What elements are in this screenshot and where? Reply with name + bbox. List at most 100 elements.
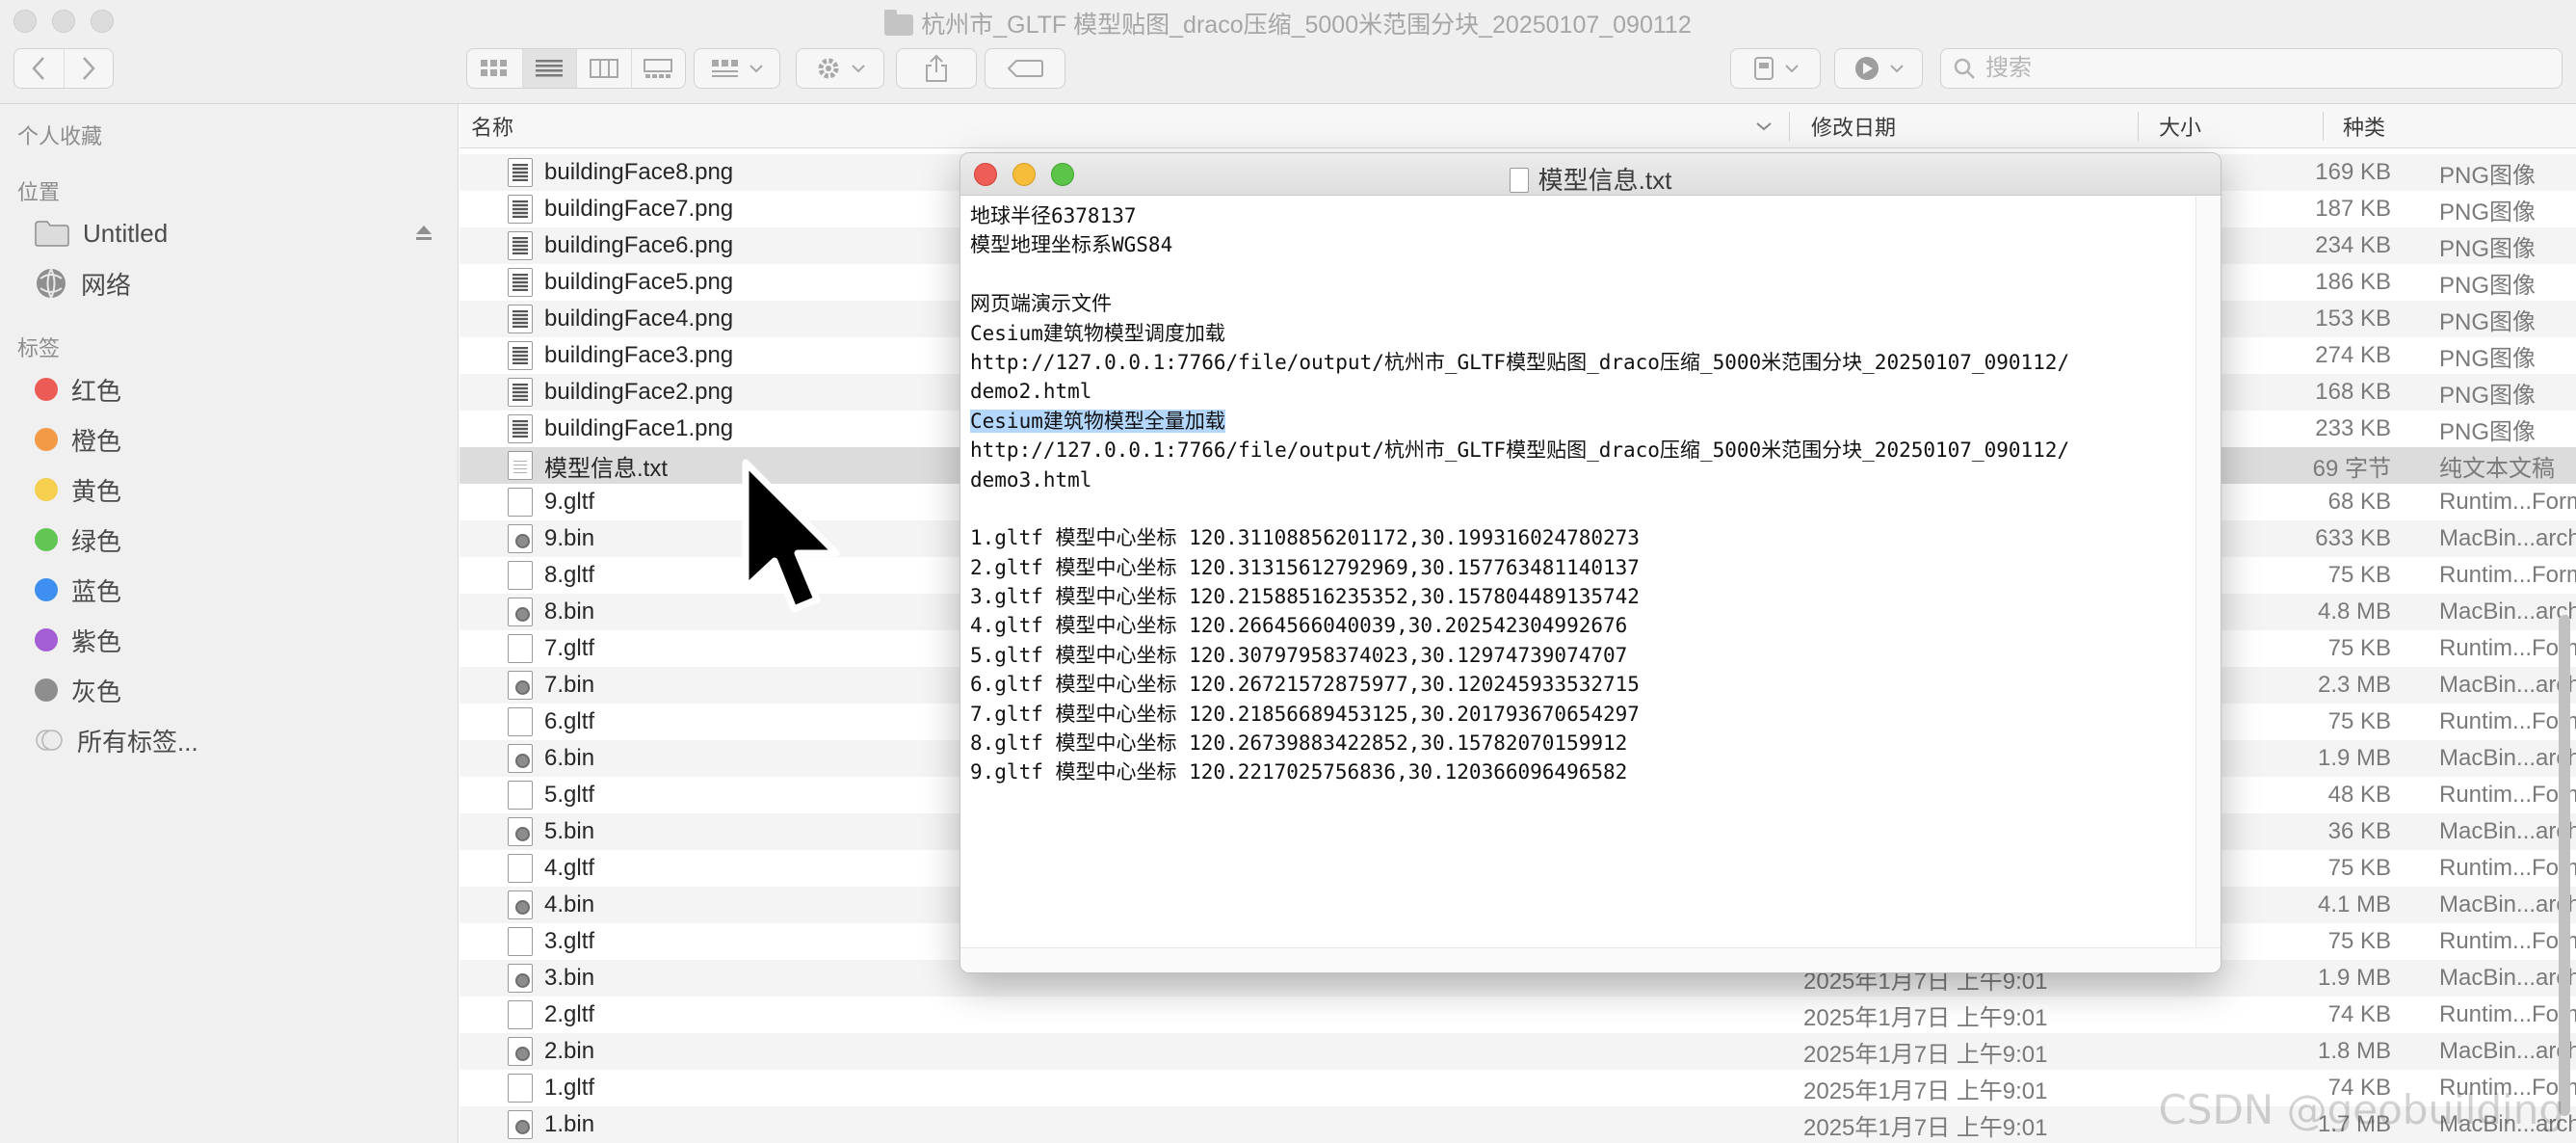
file-date: 2025年1月7日 上午9:01 xyxy=(1803,1004,2048,1031)
tag-item-green[interactable]: 绿色 xyxy=(35,518,449,561)
tag-button[interactable] xyxy=(985,48,1065,89)
file-kind: MacBin...archive xyxy=(2439,745,2576,771)
quicklook-button[interactable] xyxy=(1834,48,1923,89)
share-icon xyxy=(926,54,947,82)
yellow-tag-icon xyxy=(35,478,58,501)
file-name: 4.gltf xyxy=(544,855,595,881)
sidebar-item-network[interactable]: 网络 xyxy=(35,262,449,305)
tag-label: 橙色 xyxy=(71,426,122,456)
all-tags-icon xyxy=(36,730,63,751)
forward-button[interactable] xyxy=(63,49,113,88)
tag-label: 灰色 xyxy=(71,677,122,706)
file-name: 4.bin xyxy=(544,891,595,917)
file-name-cell: buildingFace5.png xyxy=(508,264,733,301)
tag-label: 黄色 xyxy=(71,476,122,506)
file-date: 2025年1月7日 上午9:01 xyxy=(1803,1077,2048,1104)
tag-item-gray[interactable]: 灰色 xyxy=(35,669,449,711)
search-field[interactable] xyxy=(1940,48,2563,89)
file-kind: Runtim...Format xyxy=(2439,708,2576,734)
column-header-name[interactable]: 名称 xyxy=(471,104,513,148)
text-horizontal-scrollbar[interactable] xyxy=(960,947,2221,972)
file-name-cell: 3.bin xyxy=(508,960,594,997)
file-name: 6.bin xyxy=(544,745,595,771)
gear-icon xyxy=(818,58,839,79)
text-line-content: 1.gltf 模型中心坐标 120.31108856201172,30.1993… xyxy=(970,526,1640,550)
action-button[interactable] xyxy=(796,48,884,89)
column-header-size[interactable]: 大小 xyxy=(2159,104,2201,148)
file-name: 8.bin xyxy=(544,598,595,625)
search-input[interactable] xyxy=(1985,55,2525,82)
purple-tag-icon xyxy=(35,628,58,651)
file-name-cell: 7.bin xyxy=(508,667,594,704)
file-name-cell: 2.gltf xyxy=(508,997,594,1033)
text-line-content: 4.gltf 模型中心坐标 120.2664566040039,30.20254… xyxy=(970,614,1628,638)
column-view-button[interactable] xyxy=(576,49,631,88)
column-divider[interactable] xyxy=(2138,112,2139,141)
text-line-content: 2.gltf 模型中心坐标 120.31315612792969,30.1577… xyxy=(970,555,1640,579)
png-file-icon xyxy=(508,158,533,187)
file-name-cell: buildingFace6.png xyxy=(508,227,733,264)
gltf-file-icon xyxy=(508,1000,533,1029)
view-switcher xyxy=(466,48,686,89)
gltf-file-icon xyxy=(508,488,533,517)
sidebar-item-all-tags[interactable]: 所有标签... xyxy=(35,719,449,761)
locations-header: 位置 xyxy=(17,180,61,204)
text-vertical-scrollbar[interactable] xyxy=(2195,197,2221,948)
tag-item-orange[interactable]: 橙色 xyxy=(35,418,449,461)
share-button[interactable] xyxy=(896,48,977,89)
sidebar-item-label: Untitled xyxy=(83,218,169,248)
vertical-scrollbar[interactable] xyxy=(2559,615,2570,1116)
file-name-cell: 7.gltf xyxy=(508,630,594,667)
gallery-view-button[interactable] xyxy=(630,49,686,88)
file-kind: Runtim...Format xyxy=(2439,635,2576,661)
list-view-button[interactable] xyxy=(521,49,576,88)
text-line: 模型地理坐标系WGS84 xyxy=(970,230,2195,259)
file-name-cell: 6.bin xyxy=(508,740,594,777)
png-file-icon xyxy=(508,195,533,224)
group-icon xyxy=(712,60,738,77)
text-line-content: demo2.html xyxy=(970,380,1092,404)
sidebar-item-untitled[interactable]: Untitled xyxy=(35,212,449,254)
file-row[interactable]: 2.bin 2025年1月7日 上午9:01 1.8 MB MacBin...arch… xyxy=(460,1033,2576,1070)
tag-item-yellow[interactable]: 黄色 xyxy=(35,468,449,511)
file-name-cell: 8.bin xyxy=(508,594,594,630)
sort-chevron-icon[interactable] xyxy=(1756,121,1772,131)
green-tag-icon xyxy=(35,528,58,551)
device-button[interactable] xyxy=(1730,48,1821,89)
chevron-down-icon xyxy=(1785,65,1799,73)
quicklook-icon xyxy=(1855,57,1879,80)
file-name-cell: 4.bin xyxy=(508,887,594,923)
file-name: buildingFace2.png xyxy=(544,379,734,405)
file-name: 7.gltf xyxy=(544,635,595,661)
text-content[interactable]: 地球半径6378137 模型地理坐标系WGS84 网页端演示文件 Cesium建筑物模… xyxy=(970,201,2195,953)
text-line: 7.gltf 模型中心坐标 120.21856689453125,30.2017… xyxy=(970,700,2195,729)
back-button[interactable] xyxy=(14,49,64,88)
tag-item-purple[interactable]: 紫色 xyxy=(35,619,449,661)
icon-view-button[interactable] xyxy=(467,49,522,88)
gltf-file-icon xyxy=(508,781,533,810)
group-button[interactable] xyxy=(694,48,780,89)
file-kind: Runtim...Format xyxy=(2439,1001,2576,1027)
text-line-content: Cesium建筑物模型调度加载 xyxy=(970,321,1225,345)
tag-label: 绿色 xyxy=(71,526,122,556)
file-name-cell: buildingFace2.png xyxy=(508,374,733,411)
column-header-date[interactable]: 修改日期 xyxy=(1811,104,1896,148)
eject-icon[interactable] xyxy=(416,226,432,240)
png-file-icon xyxy=(508,268,533,297)
text-line: 9.gltf 模型中心坐标 120.2217025756836,30.12036… xyxy=(970,758,2195,786)
file-name-cell: 2.bin xyxy=(508,1033,594,1070)
column-divider[interactable] xyxy=(1789,112,1790,141)
file-kind: MacBin...archive xyxy=(2439,525,2576,551)
column-divider[interactable] xyxy=(2323,112,2324,141)
text-line: 4.gltf 模型中心坐标 120.2664566040039,30.20254… xyxy=(970,611,2195,640)
column-header-kind[interactable]: 种类 xyxy=(2343,104,2385,148)
tag-item-blue[interactable]: 蓝色 xyxy=(35,569,449,611)
gltf-file-icon xyxy=(508,634,533,663)
file-row[interactable]: 2.gltf 2025年1月7日 上午9:01 74 KB Runtim...Form… xyxy=(460,997,2576,1033)
bin-file-icon xyxy=(508,524,533,553)
file-size: 1.8 MB xyxy=(2317,1038,2391,1064)
file-kind: Runtim...Format xyxy=(2439,562,2576,588)
tag-item-red[interactable]: 红色 xyxy=(35,368,449,411)
text-line-content: demo3.html xyxy=(970,467,1092,492)
file-kind: PNG图像 xyxy=(2439,199,2537,226)
